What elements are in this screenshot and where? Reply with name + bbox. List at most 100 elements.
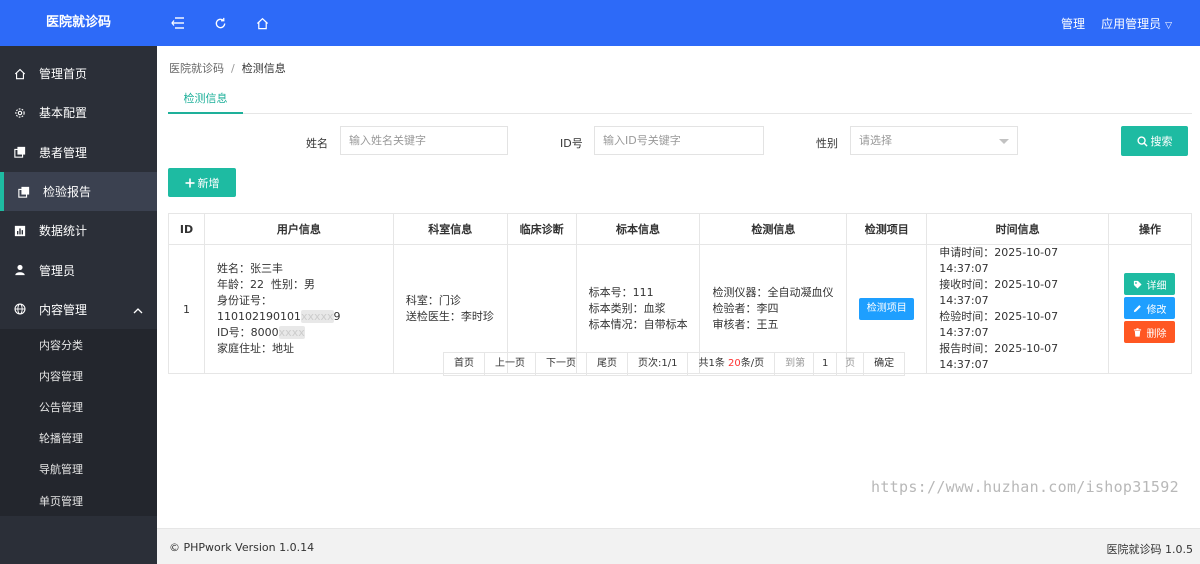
sidebar-item-reports[interactable]: 检验报告 — [0, 171, 157, 212]
breadcrumb-separator: / — [231, 62, 235, 75]
sidebar-item-stats[interactable]: 数据统计 — [0, 211, 157, 250]
top-header: 医院就诊码 管理 应用管理员 ▽ — [0, 0, 1200, 46]
user-name: 应用管理员 — [1101, 16, 1162, 31]
column-header: 标本信息 — [575, 213, 701, 245]
tab-test-info[interactable]: 检测信息 — [168, 90, 243, 114]
id-search-input[interactable]: 输入ID号关键字 — [594, 126, 764, 155]
column-header: 临床诊断 — [506, 213, 577, 245]
sidebar-subitem[interactable]: 单页管理 — [0, 485, 157, 516]
sample-condition: 标本情况：自带标本 — [588, 318, 688, 331]
page-next[interactable]: 下一页 — [536, 353, 587, 375]
dept-name: 科室：门诊 — [405, 294, 461, 307]
cell-id: 1 — [168, 244, 205, 374]
sidebar-item-content[interactable]: 内容管理 — [0, 290, 157, 329]
test-time: 检验时间：2025-10-07 14:37:07 — [939, 310, 1059, 339]
sidebar-submenu: 内容分类 内容管理 公告管理 轮播管理 导航管理 单页管理 — [0, 329, 157, 517]
home-icon[interactable] — [251, 12, 273, 34]
column-header: 检测信息 — [699, 213, 848, 245]
column-header: 科室信息 — [392, 213, 508, 245]
page-number-input[interactable]: 1 — [813, 353, 838, 375]
cell-actions: 详细 修改 删除 — [1107, 244, 1193, 374]
cell-time-info: 申请时间：2025-10-07 14:37:07 接收时间：2025-10-07… — [926, 244, 1109, 374]
sample-type: 标本类别：血浆 — [588, 302, 666, 315]
sidebar-subitem[interactable]: 公告管理 — [0, 391, 157, 422]
sidebar-item-admins[interactable]: 管理员 — [0, 250, 157, 289]
total-count: 共1条 — [698, 358, 729, 369]
tab-bar: 检测信息 — [168, 90, 1192, 114]
add-button[interactable]: 新增 — [168, 168, 236, 197]
dropdown-arrow-icon — [999, 139, 1009, 144]
sidebar-item-label: 检验报告 — [43, 185, 92, 200]
edit-button[interactable]: 修改 — [1124, 297, 1176, 319]
pagination: 首页 上一页 下一页 尾页 页次:1/1 共1条 20条/页 到第 1 页 确定 — [443, 352, 906, 376]
sample-number: 标本号：111 — [588, 286, 654, 299]
sidebar-item-patients[interactable]: 患者管理 — [0, 133, 157, 172]
page-first[interactable]: 首页 — [444, 353, 485, 375]
sidebar-item-home[interactable]: 管理首页 — [0, 54, 157, 93]
gender-select[interactable]: 请选择 — [850, 126, 1018, 155]
plus-icon — [185, 178, 194, 187]
sidebar-subitem[interactable]: 内容分类 — [0, 329, 157, 360]
user-id-card: 身份证号：110102190101xxxxx9 — [217, 293, 393, 325]
column-header: 时间信息 — [926, 213, 1109, 245]
name-label: 姓名 — [306, 137, 328, 150]
sidebar-item-label: 管理员 — [39, 263, 76, 278]
pencil-icon — [1134, 304, 1142, 312]
sidebar-item-label: 数据统计 — [39, 224, 88, 239]
column-header: 用户信息 — [203, 213, 394, 245]
per-page-count: 20 — [728, 358, 741, 369]
user-id-number: ID号：8000xxxx — [217, 325, 393, 341]
user-address: 家庭住址：地址 — [216, 342, 294, 355]
breadcrumb-root[interactable]: 医院就诊码 — [169, 62, 224, 75]
tag-icon — [1134, 280, 1143, 289]
admin-link[interactable]: 管理 — [1061, 15, 1085, 32]
test-tester: 检验者：李四 — [712, 302, 779, 315]
user-menu[interactable]: 应用管理员 ▽ — [1101, 15, 1188, 32]
delete-button[interactable]: 删除 — [1124, 321, 1176, 343]
test-reviewer: 审核者：王五 — [712, 318, 779, 331]
column-header: 操作 — [1107, 213, 1193, 245]
id-number-prefix: ID号：8000 — [216, 326, 279, 339]
page-last[interactable]: 尾页 — [587, 353, 628, 375]
watermark: https://www.huzhan.com/ishop31592 — [871, 478, 1179, 496]
sidebar-item-config[interactable]: 基本配置 — [0, 93, 157, 132]
sidebar-subitem[interactable]: 导航管理 — [0, 454, 157, 485]
trash-icon — [1134, 327, 1142, 337]
search-button-label: 搜索 — [1150, 135, 1173, 148]
chevron-down-icon: ▽ — [1165, 20, 1172, 31]
id-label: ID号 — [560, 137, 583, 150]
search-button[interactable]: 搜索 — [1121, 126, 1188, 156]
copy-icon — [17, 185, 31, 199]
globe-icon — [13, 302, 27, 316]
page-prev[interactable]: 上一页 — [485, 353, 536, 375]
detail-button[interactable]: 详细 — [1124, 273, 1176, 295]
sidebar-subitem[interactable]: 轮播管理 — [0, 423, 157, 454]
report-time: 报告时间：2025-10-07 14:37:07 — [939, 342, 1059, 371]
menu-toggle-icon[interactable] — [167, 12, 189, 34]
page-unit-label: 页 — [845, 358, 856, 369]
test-items-button[interactable]: 检测项目 — [859, 298, 915, 320]
gender-label: 性别 — [816, 137, 838, 150]
detail-button-label: 详细 — [1146, 280, 1167, 292]
id-card-prefix: 身份证号：110102190101 — [216, 294, 301, 323]
report-table: ID 用户信息 科室信息 临床诊断 标本信息 检测信息 检测项目 时间信息 操作… — [168, 213, 1193, 374]
sidebar-item-label: 患者管理 — [39, 145, 88, 160]
footer-version: © PHPwork Version 1.0.14 — [169, 541, 315, 554]
receive-time: 接收时间：2025-10-07 14:37:07 — [939, 278, 1059, 307]
table-header-row: ID 用户信息 科室信息 临床诊断 标本信息 检测信息 检测项目 时间信息 操作 — [168, 213, 1193, 245]
edit-button-label: 修改 — [1146, 304, 1167, 316]
user-age-gender: 年龄：22 性别：男 — [216, 278, 315, 291]
sidebar-subitem[interactable]: 内容管理 — [0, 360, 157, 391]
search-icon — [1136, 135, 1148, 147]
app-logo[interactable]: 医院就诊码 — [0, 0, 157, 46]
page-jump: 到第 1 页 确定 — [775, 353, 904, 375]
refresh-icon[interactable] — [209, 12, 231, 34]
id-card-suffix: 9 — [333, 310, 341, 323]
page-info: 页次:1/1 — [628, 353, 689, 375]
name-search-input[interactable]: 输入姓名关键字 — [340, 126, 508, 155]
gender-select-placeholder: 请选择 — [859, 134, 892, 147]
page-confirm-button[interactable]: 确定 — [863, 353, 904, 375]
page-total: 共1条 20条/页 — [688, 353, 776, 375]
goto-label: 到第 — [785, 358, 806, 369]
home-icon — [13, 67, 27, 81]
